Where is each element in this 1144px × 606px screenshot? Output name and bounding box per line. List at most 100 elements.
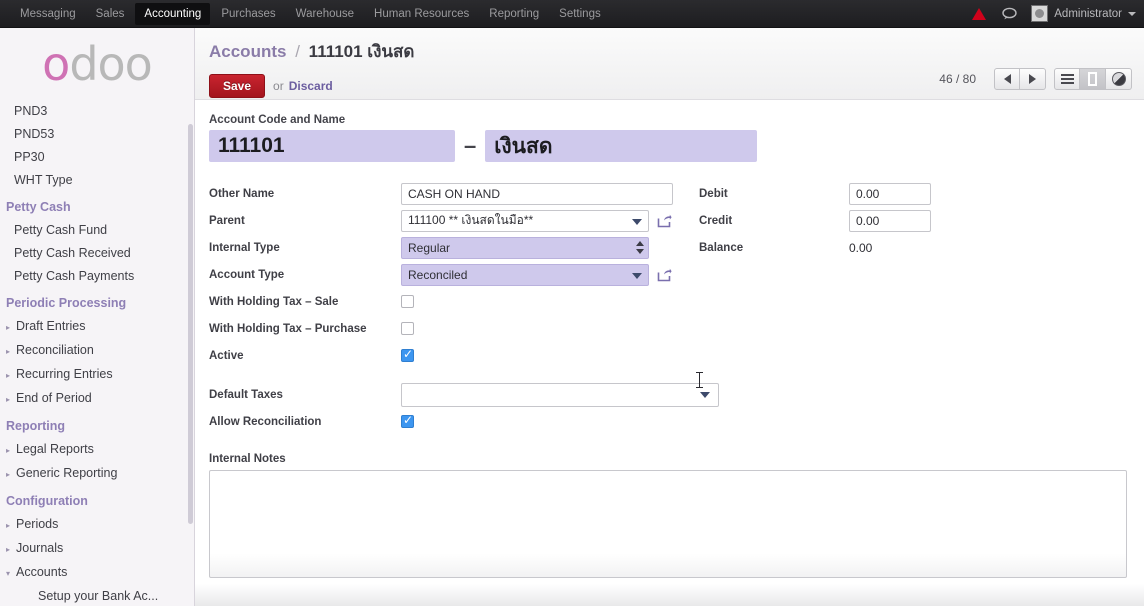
sidebar-item-wht-type[interactable]: WHT Type [0,169,194,192]
chevron-right-icon: ▸ [6,545,11,554]
sidebar-item-petty-cash-received[interactable]: Petty Cash Received [0,242,194,265]
save-button[interactable]: Save [209,74,266,98]
allow-reconciliation-checkbox[interactable] [401,413,414,428]
sidebar-item-reporting[interactable]: Reporting [0,411,194,438]
sidebar-item-end-of-period[interactable]: ▸ End of Period [0,387,194,411]
field-row-other-name: Other Name [209,180,689,207]
allow-reconciliation-label: Allow Reconciliation [209,415,322,428]
graph-view-button[interactable] [1106,68,1132,90]
chevron-right-icon: ▸ [6,395,11,404]
previous-record-button[interactable] [994,68,1020,90]
stepper-updown-icon[interactable] [634,240,645,256]
sidebar-item-label: WHT Type [14,173,73,187]
credit-input[interactable] [849,209,931,232]
default-taxes-label: Default Taxes [209,388,283,401]
wht-purchase-label: With Holding Tax – Purchase [209,322,367,335]
menu-item-warehouse[interactable]: Warehouse [287,3,363,25]
field-row-wht-purchase: With Holding Tax – Purchase [209,315,689,342]
sidebar-item-configuration[interactable]: Configuration [0,486,194,513]
parent-external-link-icon[interactable] [657,214,672,228]
account-code-input[interactable] [209,130,455,162]
sidebar-item-legal-reports[interactable]: ▸ Legal Reports [0,438,194,462]
content-bottom-fade [195,584,1144,606]
account-name-input[interactable] [485,130,758,162]
sidebar-item-pnd3[interactable]: PND3 [0,100,194,123]
internal-notes-label: Internal Notes [209,453,286,465]
chevron-right-icon: ▸ [6,347,11,356]
menu-item-sales[interactable]: Sales [87,3,134,25]
field-row-account-type: Account Type [209,261,689,288]
sidebar-item-label: Petty Cash Received [14,246,131,260]
sidebar-item-draft-entries[interactable]: ▸ Draft Entries [0,315,194,339]
sidebar-item-petty-cash-payments[interactable]: Petty Cash Payments [0,265,194,288]
main-menu: Messaging Sales Accounting Purchases Warehou… [10,2,611,25]
or-label: or [273,79,284,93]
account-type-external-link-icon[interactable] [657,268,672,282]
list-view-button[interactable] [1054,68,1080,90]
user-name[interactable]: Administrator [1054,8,1122,20]
field-row-parent: Parent [209,207,689,234]
breadcrumb-accounts[interactable]: Accounts [209,42,286,61]
default-taxes-select[interactable] [401,382,719,407]
sidebar-item-periods[interactable]: ▸ Periods [0,513,194,537]
text-cursor-icon [696,372,703,388]
warning-triangle-icon[interactable] [972,7,987,20]
menu-item-reporting[interactable]: Reporting [480,3,548,25]
menu-item-human-resources[interactable]: Human Resources [365,3,478,25]
internal-type-select[interactable] [401,236,649,259]
discard-button[interactable]: Discard [289,79,333,93]
sidebar-item-label: Legal Reports [16,442,94,456]
sidebar-item-label: Journals [16,541,64,555]
left-field-column: Other Name Parent [209,180,689,369]
internal-notes-block: Internal Notes [209,453,1128,583]
next-record-button[interactable] [1020,68,1046,90]
sidebar-scrollbar[interactable] [188,124,193,524]
menu-item-settings[interactable]: Settings [550,3,610,25]
account-type-select[interactable] [401,263,649,286]
field-row-balance: Balance 0.00 [699,234,1009,261]
sidebar-item-periodic-processing[interactable]: Periodic Processing [0,288,194,315]
field-row-debit: Debit [699,180,1009,207]
avatar[interactable] [1031,5,1049,22]
logo-letter-o: o [42,37,70,91]
parent-input[interactable] [401,209,649,232]
form-sheet: Account Code and Name – Other Name Paren… [195,100,1144,583]
active-checkbox[interactable] [401,347,414,362]
account-type-label: Account Type [209,268,285,281]
sidebar-item-petty-cash[interactable]: Petty Cash [0,192,194,219]
sidebar-item-pp30[interactable]: PP30 [0,146,194,169]
chevron-down-icon[interactable] [632,272,642,279]
internal-notes-textarea[interactable] [209,470,1127,578]
chevron-down-icon[interactable] [700,391,710,398]
other-name-input[interactable] [401,182,673,205]
sidebar-item-petty-cash-fund[interactable]: Petty Cash Fund [0,219,194,242]
sidebar-item-recurring-entries[interactable]: ▸ Recurring Entries [0,363,194,387]
chat-bubble-icon[interactable] [1002,7,1017,20]
debit-input[interactable] [849,182,931,205]
sidebar-item-label: Generic Reporting [16,466,118,480]
sidebar-item-label: PND53 [14,127,55,141]
menu-item-purchases[interactable]: Purchases [212,3,284,25]
sidebar-item-journals[interactable]: ▸ Journals [0,537,194,561]
field-row-credit: Credit [699,207,1009,234]
form-view-button[interactable] [1080,68,1106,90]
sidebar-item-reconciliation[interactable]: ▸ Reconciliation [0,339,194,363]
wht-purchase-checkbox[interactable] [401,322,414,335]
odoo-logo[interactable]: o doo [0,28,194,100]
sidebar-item-generic-reporting[interactable]: ▸ Generic Reporting [0,462,194,486]
sidebar-item-label: Draft Entries [16,319,86,333]
menu-item-messaging[interactable]: Messaging [11,3,85,25]
other-name-label: Other Name [209,187,275,200]
arrow-right-icon [1029,74,1036,84]
chevron-down-icon[interactable] [1128,11,1136,16]
chevron-down-icon: ▾ [6,569,11,578]
navbar-right-tools: Administrator [972,5,1144,22]
chevron-down-icon[interactable] [632,218,642,225]
sidebar-item-setup-your-bank-ac[interactable]: Setup your Bank Ac... [0,585,194,606]
menu-item-accounting[interactable]: Accounting [135,2,211,25]
account-title-label: Account Code and Name [209,114,346,126]
sidebar-item-pnd53[interactable]: PND53 [0,123,194,146]
list-view-icon [1060,72,1074,86]
wht-sale-checkbox[interactable] [401,295,414,308]
sidebar-item-accounts[interactable]: ▾ Accounts [0,561,194,585]
